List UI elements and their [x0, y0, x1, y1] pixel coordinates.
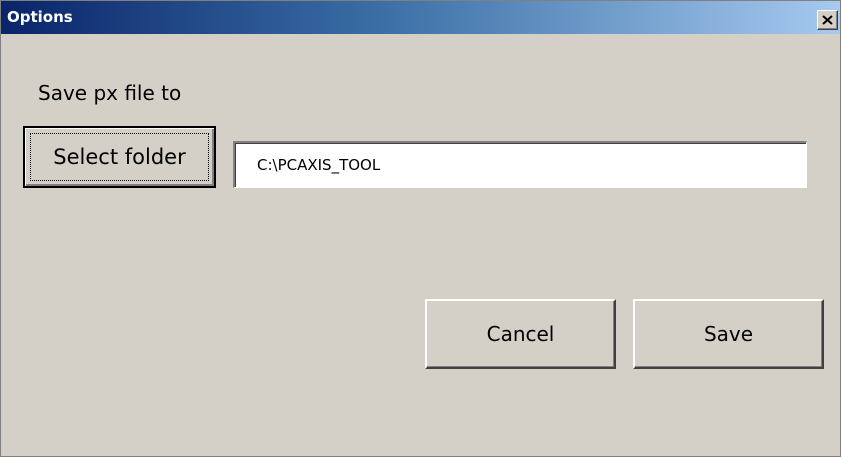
window-title: Options	[7, 8, 73, 26]
folder-path-input[interactable]	[233, 141, 807, 188]
close-button[interactable]	[817, 10, 838, 30]
save-button-label: Save	[703, 322, 754, 346]
options-dialog: Options Save px file to Select folder Ca…	[0, 0, 841, 457]
cancel-button-label: Cancel	[486, 322, 555, 346]
save-location-label: Save px file to	[38, 81, 182, 105]
select-folder-button-label: Select folder	[53, 145, 186, 169]
select-folder-button[interactable]: Select folder	[23, 126, 216, 188]
title-bar[interactable]: Options	[1, 1, 840, 34]
cancel-button[interactable]: Cancel	[425, 299, 616, 369]
close-icon	[822, 15, 833, 25]
save-button[interactable]: Save	[633, 299, 824, 369]
